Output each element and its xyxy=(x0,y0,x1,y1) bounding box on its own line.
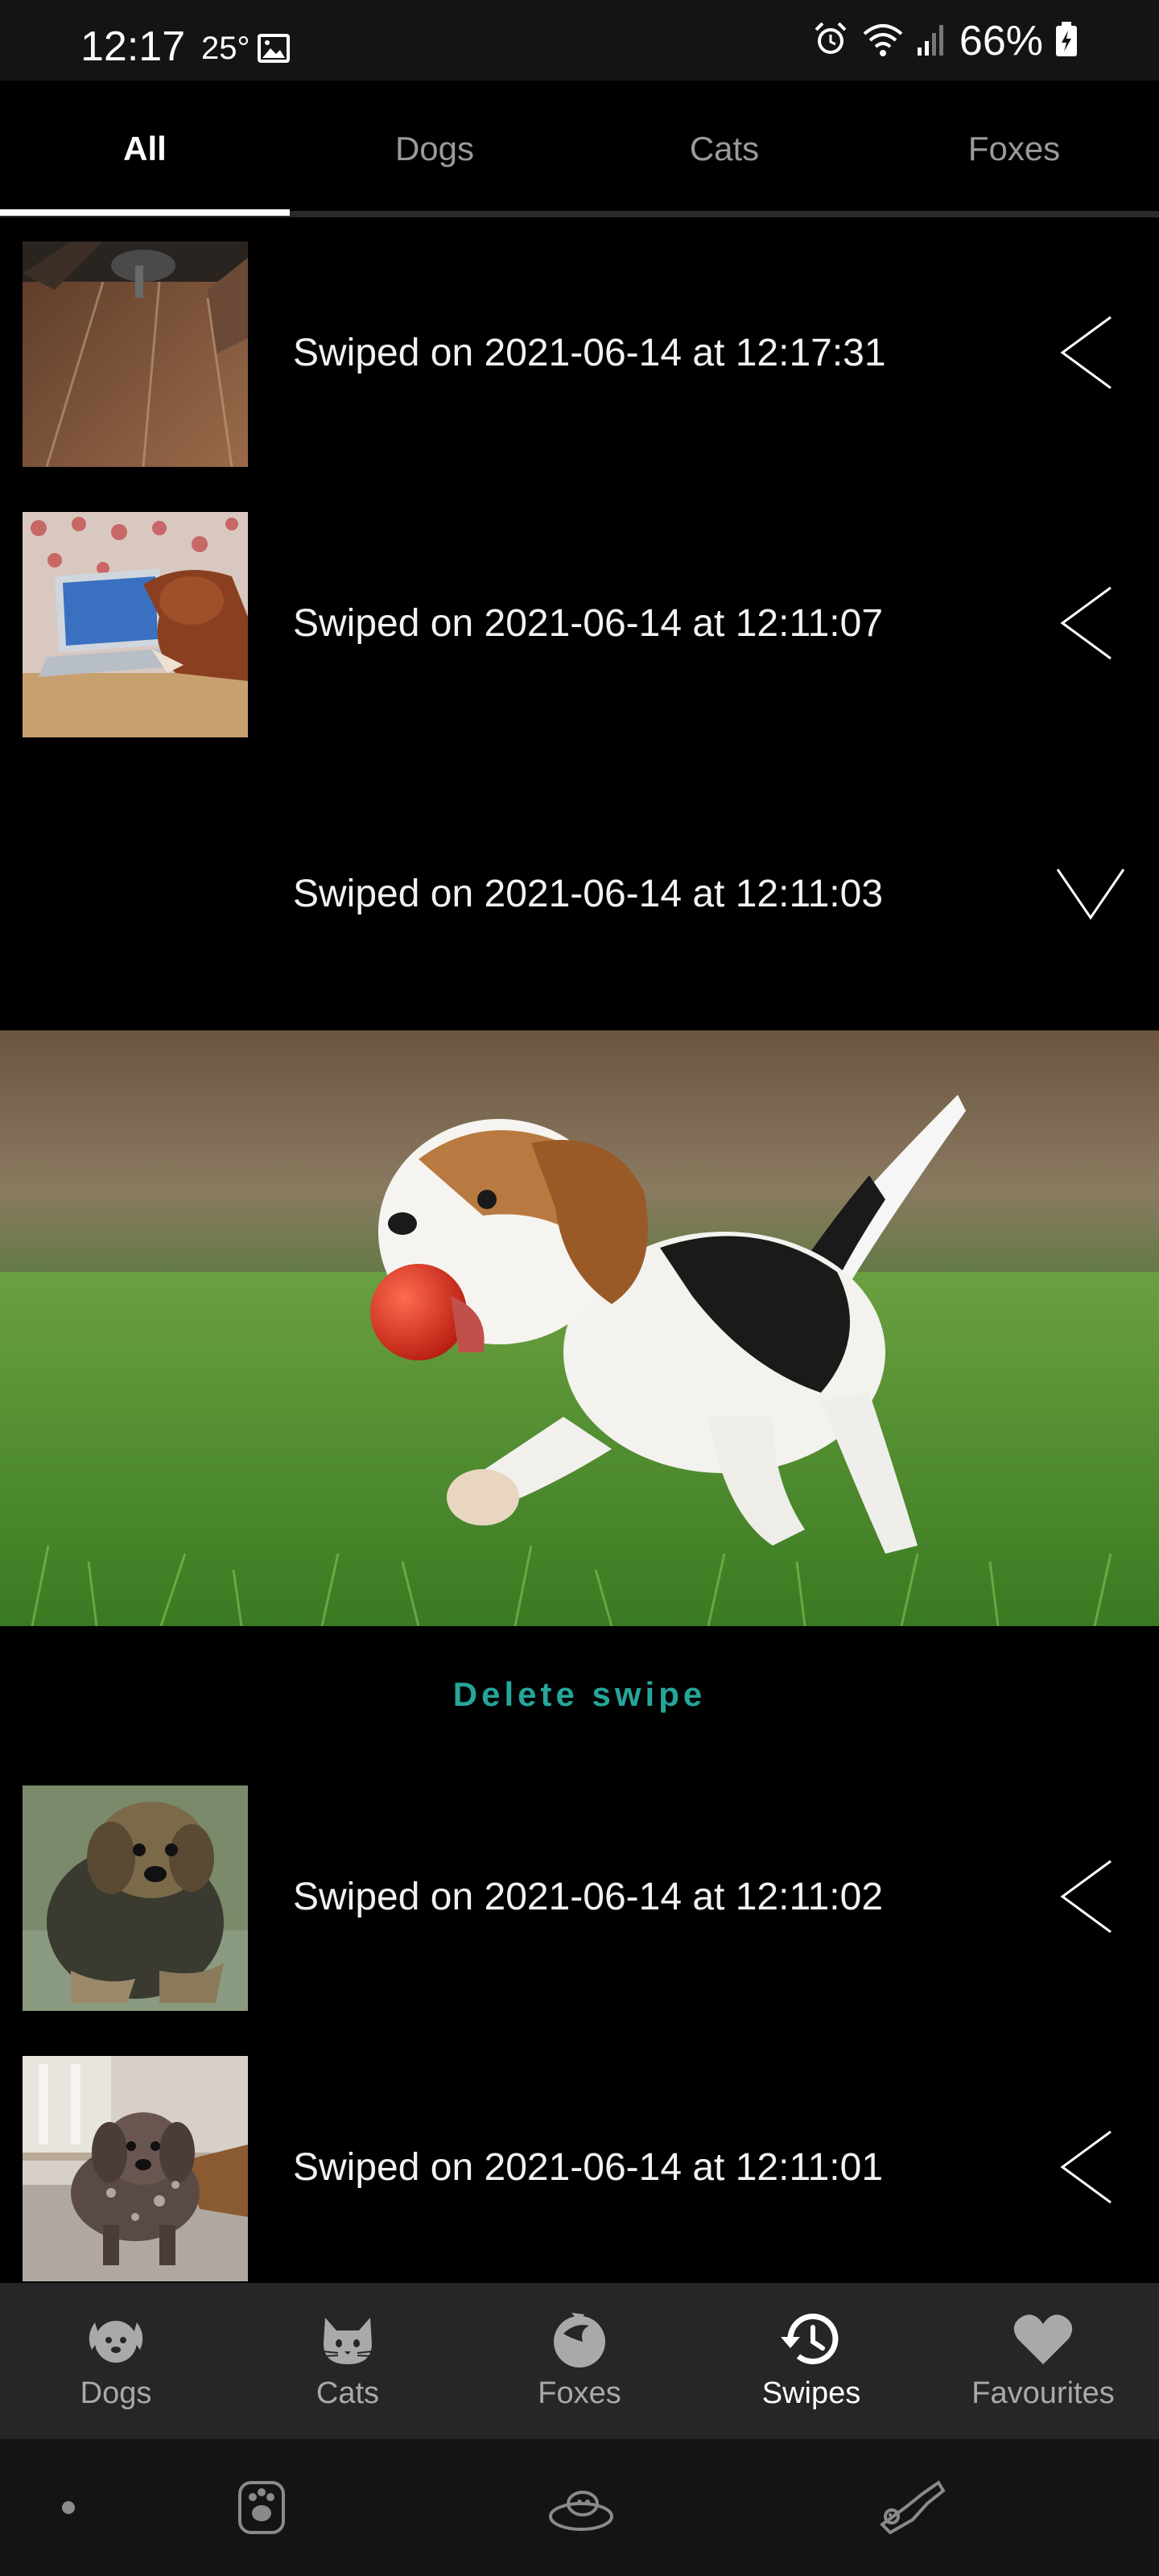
nav-dogs-label: Dogs xyxy=(80,2376,152,2410)
dog-icon xyxy=(84,2307,148,2372)
swipe-thumbnail xyxy=(23,512,248,737)
expanded-swipe-image xyxy=(0,1030,1159,1626)
swipe-timestamp: Swiped on 2021-06-14 at 12:11:03 xyxy=(293,872,884,915)
swipe-row[interactable]: Swiped on 2021-06-14 at 12:11:01 xyxy=(0,2032,1159,2302)
nav-favourites[interactable]: Favourites xyxy=(927,2283,1159,2439)
delete-swipe-button[interactable]: Delete swipe xyxy=(0,1642,1159,1747)
chevron-down-icon[interactable] xyxy=(1054,865,1127,927)
tab-indicator xyxy=(0,209,290,216)
chevron-left-icon[interactable] xyxy=(1054,314,1119,395)
tab-dogs[interactable]: Dogs xyxy=(290,80,580,217)
nav-swipes[interactable]: Swipes xyxy=(695,2283,927,2439)
gallery-icon xyxy=(256,32,291,68)
cat-icon xyxy=(316,2307,380,2372)
tab-cats[interactable]: Cats xyxy=(580,80,869,217)
tab-all[interactable]: All xyxy=(0,80,290,217)
dot-icon[interactable] xyxy=(61,2500,76,2519)
swipe-timestamp: Swiped on 2021-06-14 at 12:17:31 xyxy=(293,331,886,374)
status-right: 66% xyxy=(811,18,1079,64)
fox-icon xyxy=(547,2307,612,2372)
category-tabs: All Dogs Cats Foxes xyxy=(0,80,1159,217)
tab-foxes[interactable]: Foxes xyxy=(869,80,1159,217)
bottom-navigation: Dogs Cats Foxes Swipes Favourites xyxy=(0,2283,1159,2439)
pet-bed-icon[interactable] xyxy=(547,2481,615,2538)
status-temperature: 25° xyxy=(201,31,250,66)
paw-icon[interactable] xyxy=(235,2479,288,2540)
swipe-row[interactable]: Swiped on 2021-06-14 at 12:11:07 xyxy=(0,488,1159,758)
nav-foxes-label: Foxes xyxy=(538,2376,621,2410)
battery-percent: 66% xyxy=(959,18,1043,64)
swipe-thumbnail xyxy=(23,242,248,467)
status-time: 12:17 xyxy=(80,23,186,70)
swipe-thumbnail xyxy=(23,2056,248,2281)
heart-icon xyxy=(1011,2307,1075,2372)
signal-icon xyxy=(916,22,948,61)
status-bar: 12:17 25° 66% xyxy=(0,0,1159,80)
system-navigation-bar xyxy=(0,2439,1159,2576)
nav-dogs[interactable]: Dogs xyxy=(0,2283,232,2439)
nav-swipes-label: Swipes xyxy=(761,2376,861,2410)
dog-pet-icon[interactable] xyxy=(874,2478,948,2540)
swipe-row[interactable]: Swiped on 2021-06-14 at 12:17:31 xyxy=(0,217,1159,488)
nav-favourites-label: Favourites xyxy=(971,2376,1115,2410)
alarm-icon xyxy=(811,20,850,63)
swipe-timestamp: Swiped on 2021-06-14 at 12:11:01 xyxy=(293,2145,884,2189)
history-icon xyxy=(779,2307,843,2372)
swipe-thumbnail xyxy=(23,1785,248,2011)
swipe-row[interactable]: Swiped on 2021-06-14 at 12:11:02 xyxy=(0,1761,1159,2032)
swipe-timestamp: Swiped on 2021-06-14 at 12:11:02 xyxy=(293,1875,884,1918)
swipe-timestamp: Swiped on 2021-06-14 at 12:11:07 xyxy=(293,601,884,645)
swipe-row-expanded[interactable]: Swiped on 2021-06-14 at 12:11:03 xyxy=(0,758,1159,1029)
chevron-left-icon[interactable] xyxy=(1054,2128,1119,2210)
chevron-left-icon[interactable] xyxy=(1054,584,1119,666)
nav-foxes[interactable]: Foxes xyxy=(464,2283,695,2439)
wifi-icon xyxy=(861,21,905,62)
nav-cats-label: Cats xyxy=(316,2376,380,2410)
chevron-left-icon[interactable] xyxy=(1054,1858,1119,1939)
nav-cats[interactable]: Cats xyxy=(232,2283,464,2439)
battery-icon xyxy=(1054,21,1079,62)
